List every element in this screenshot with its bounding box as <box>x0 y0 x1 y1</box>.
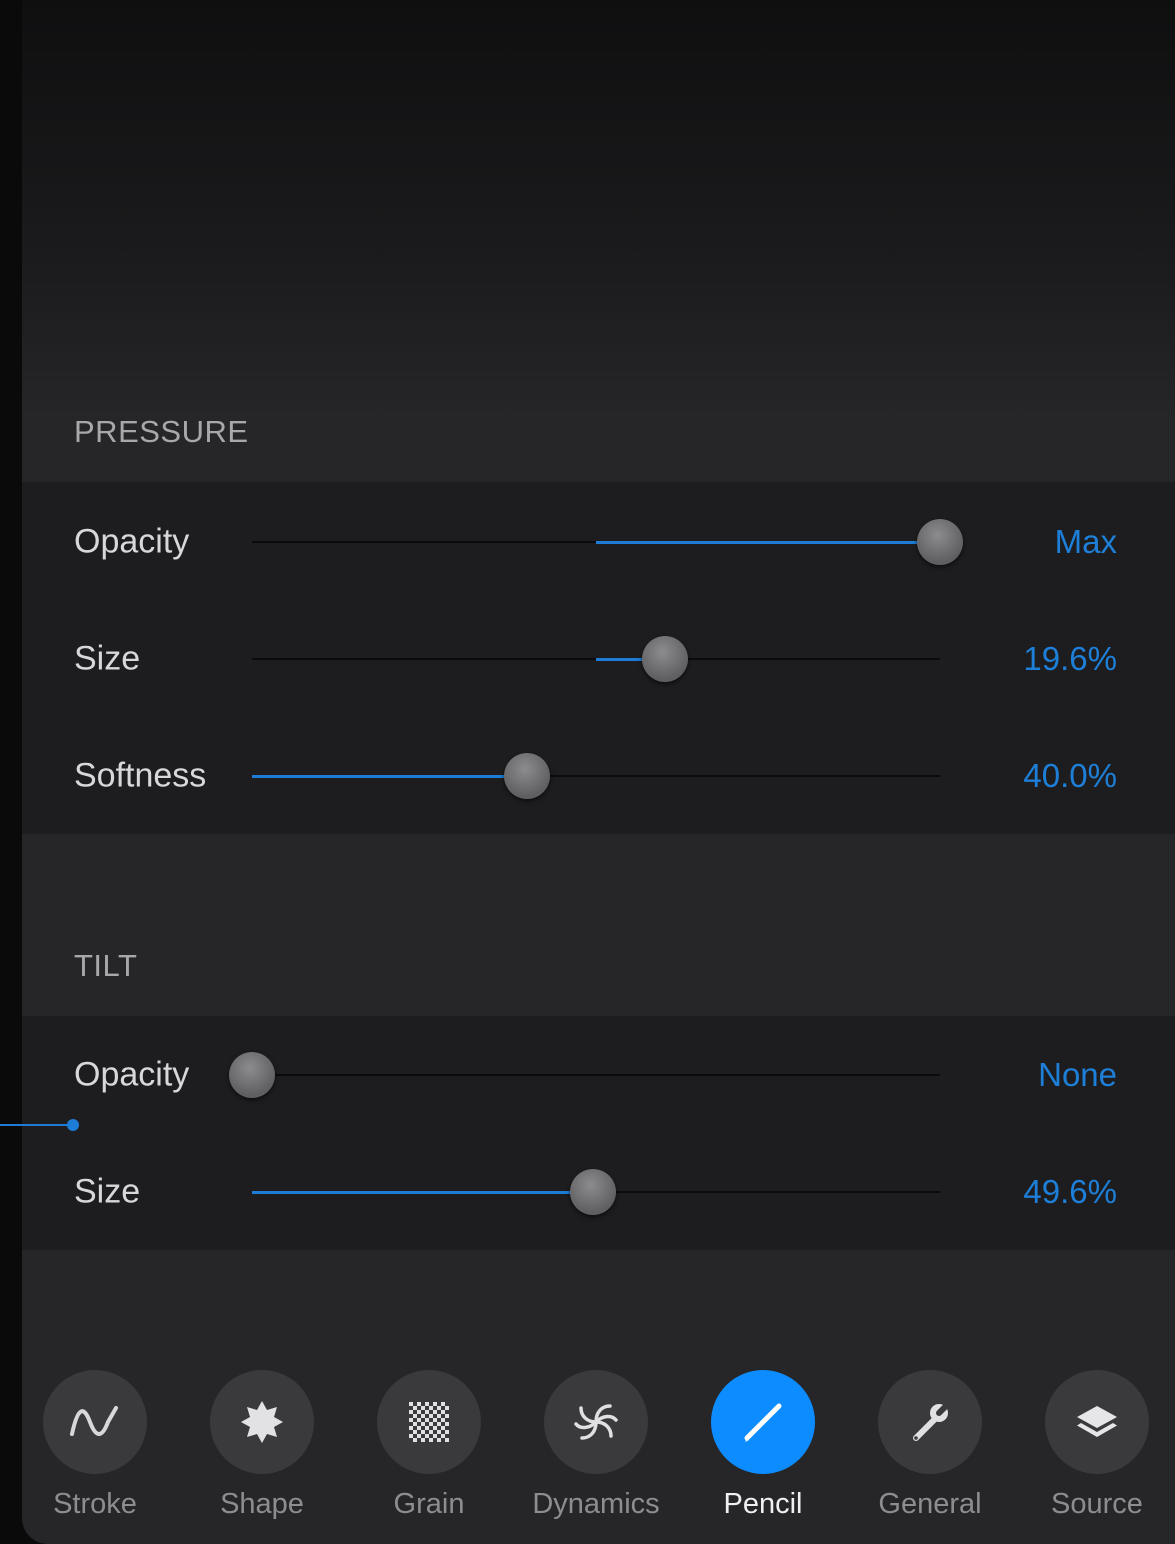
wrench-icon <box>878 1370 982 1474</box>
brush-settings-tabbar: Stroke Shape Grain Dynamics Pencil Gener… <box>22 1360 1175 1544</box>
tab-label: Shape <box>220 1488 304 1520</box>
pressure-size-value[interactable]: 19.6% <box>1023 640 1117 678</box>
pressure-softness-row: Softness 40.0% <box>22 736 1175 816</box>
tab-label: Source <box>1051 1488 1143 1520</box>
tab-pencil[interactable]: Pencil <box>693 1370 833 1540</box>
pressure-softness-slider[interactable] <box>252 753 940 799</box>
pencil-icon <box>711 1370 815 1474</box>
tab-label: Stroke <box>53 1488 137 1520</box>
pressure-size-label: Size <box>74 639 141 678</box>
tab-dynamics[interactable]: Dynamics <box>526 1370 666 1540</box>
tilt-opacity-slider[interactable] <box>229 1052 940 1098</box>
pressure-group: Opacity Max Size 19.6% Softness 40.0% <box>22 482 1175 834</box>
tab-label: Grain <box>393 1488 465 1520</box>
tab-label: General <box>878 1488 982 1520</box>
connector-line <box>0 1124 72 1126</box>
connector-handle[interactable] <box>67 1119 79 1131</box>
slider-thumb[interactable] <box>229 1052 275 1098</box>
tilt-size-label: Size <box>74 1172 141 1211</box>
tilt-opacity-label: Opacity <box>74 1055 190 1094</box>
dynamics-icon <box>544 1370 648 1474</box>
slider-thumb[interactable] <box>641 636 688 682</box>
tab-general[interactable]: General <box>860 1370 1000 1540</box>
grain-icon <box>377 1370 481 1474</box>
tab-stroke[interactable]: Stroke <box>25 1370 165 1540</box>
tilt-opacity-value[interactable]: None <box>1038 1056 1117 1094</box>
tilt-size-row: Size 49.6% <box>22 1152 1175 1232</box>
pressure-opacity-row: Opacity Max <box>22 502 1175 582</box>
tilt-size-slider[interactable] <box>252 1169 940 1215</box>
pressure-softness-label: Softness <box>74 756 207 795</box>
slider-fill <box>252 774 528 778</box>
tilt-group: Opacity None Size 49.6% <box>22 1016 1175 1250</box>
layers-icon <box>1045 1370 1149 1474</box>
pressure-size-slider[interactable] <box>252 636 940 682</box>
pressure-softness-value[interactable]: 40.0% <box>1023 757 1117 795</box>
tab-label: Pencil <box>723 1488 803 1520</box>
slider-fill <box>252 1190 594 1194</box>
stroke-icon <box>43 1370 147 1474</box>
shape-icon <box>210 1370 314 1474</box>
tilt-size-value[interactable]: 49.6% <box>1023 1173 1117 1211</box>
tab-label: Dynamics <box>532 1488 660 1520</box>
slider-fill <box>596 540 940 544</box>
brush-settings-panel: PRESSURE Opacity Max Size 19.6% Softness <box>22 0 1175 1544</box>
pressure-opacity-value[interactable]: Max <box>1055 523 1117 561</box>
pressure-opacity-label: Opacity <box>74 522 190 561</box>
tab-source[interactable]: Source <box>1027 1370 1167 1540</box>
slider-thumb[interactable] <box>504 753 551 799</box>
tilt-opacity-row: Opacity None <box>22 1035 1175 1115</box>
pressure-size-row: Size 19.6% <box>22 619 1175 699</box>
pressure-section-title: PRESSURE <box>74 414 249 449</box>
tilt-section-title: TILT <box>74 948 138 983</box>
slider-thumb[interactable] <box>917 519 963 565</box>
pressure-opacity-slider[interactable] <box>252 519 963 565</box>
slider-thumb[interactable] <box>570 1169 617 1215</box>
tab-shape[interactable]: Shape <box>192 1370 332 1540</box>
tab-grain[interactable]: Grain <box>359 1370 499 1540</box>
